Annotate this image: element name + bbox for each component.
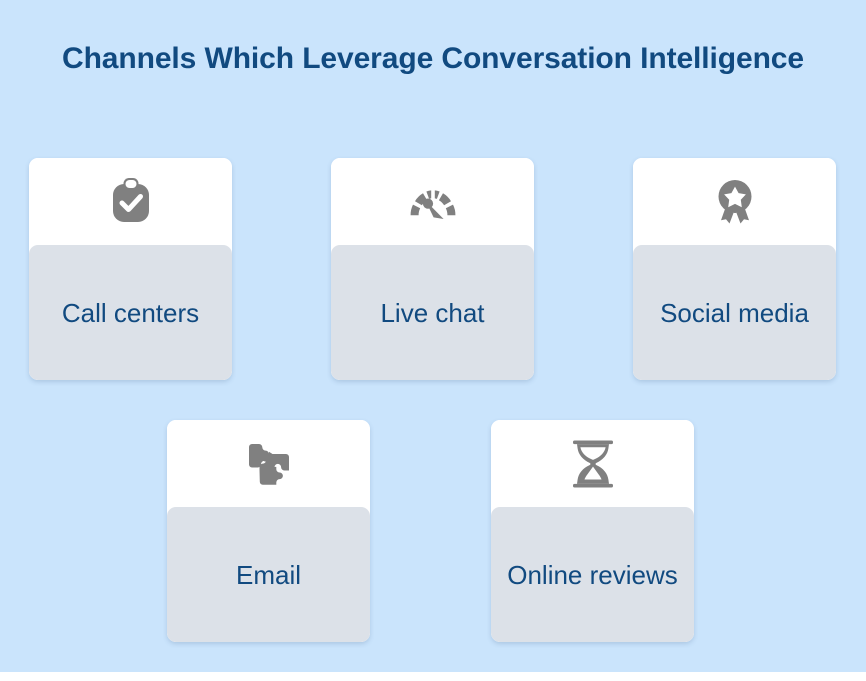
channel-card-live-chat[interactable]: Live chat [331, 158, 534, 380]
card-label: Live chat [380, 297, 485, 328]
award-star-icon [713, 178, 757, 226]
channel-card-email[interactable]: Email [167, 420, 370, 642]
puzzle-pieces-icon [245, 440, 293, 488]
card-label: Email [235, 559, 301, 590]
channel-card-online-reviews[interactable]: Online reviews [491, 420, 694, 642]
card-label-area: Online reviews [491, 507, 694, 642]
card-label-area: Live chat [331, 245, 534, 380]
card-icon-area [491, 420, 694, 507]
card-label-area: Email [167, 507, 370, 642]
card-label-area: Call centers [29, 245, 232, 380]
bottom-strip [0, 672, 866, 681]
page-title: Channels Which Leverage Conversation Int… [62, 42, 804, 75]
channel-card-social-media[interactable]: Social media [633, 158, 836, 380]
card-icon-area [633, 158, 836, 245]
infographic-canvas: Channels Which Leverage Conversation Int… [0, 0, 866, 672]
clipboard-check-icon [109, 177, 153, 226]
card-icon-area [331, 158, 534, 245]
card-label-area: Social media [633, 245, 836, 380]
card-label: Social media [660, 297, 809, 328]
card-label: Online reviews [507, 559, 678, 590]
card-icon-area [29, 158, 232, 245]
card-icon-area [167, 420, 370, 507]
speedometer-icon [408, 179, 458, 225]
card-label: Call centers [61, 297, 200, 328]
channel-card-call-centers[interactable]: Call centers [29, 158, 232, 380]
hourglass-icon [572, 439, 614, 489]
